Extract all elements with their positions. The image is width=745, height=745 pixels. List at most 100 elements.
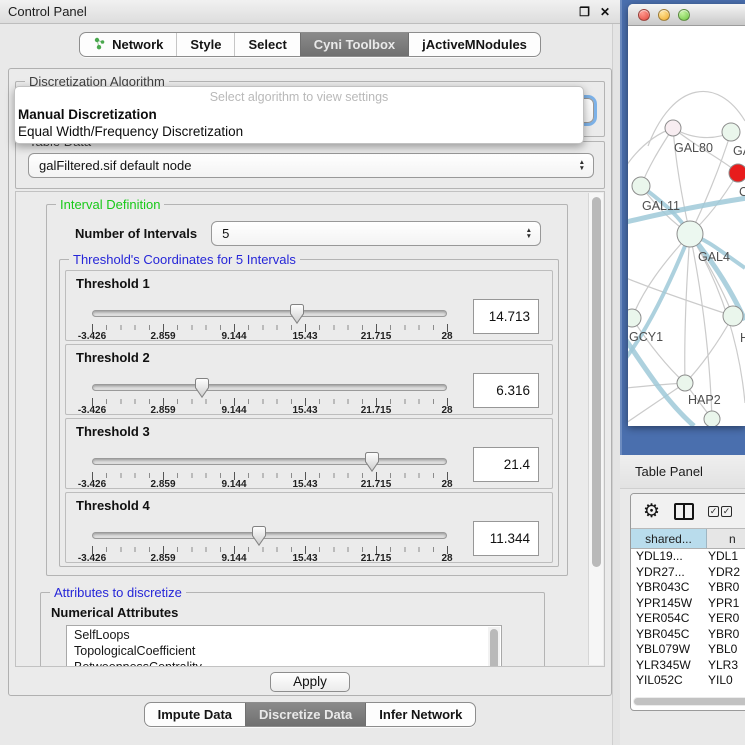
tab-label: Discretize Data xyxy=(259,707,352,722)
table-data-combobox[interactable]: galFiltered.sif default node ▲▼ xyxy=(28,153,594,178)
cell-shared-name: YBL079W xyxy=(631,642,701,658)
column-header-shared-name[interactable]: shared... xyxy=(631,529,707,548)
network-icon xyxy=(93,37,106,53)
slider-track[interactable] xyxy=(92,384,447,391)
tab-label: Impute Data xyxy=(158,707,232,722)
slider-tick-label: 15.43 xyxy=(292,331,317,342)
threshold-block-threshold-2: Threshold 2 -3.4262.8599.14415.4321.71528… xyxy=(65,344,553,415)
slider-track[interactable] xyxy=(92,310,447,317)
threshold-value-field[interactable]: 21.4 xyxy=(473,447,539,482)
threshold-value-field[interactable]: 11.344 xyxy=(473,521,539,556)
network-node-gal80[interactable] xyxy=(665,120,681,136)
table-horizontal-scrollbar[interactable] xyxy=(633,697,745,706)
column-header-name[interactable]: n xyxy=(707,529,745,548)
slider-tick-label: 9.144 xyxy=(221,405,246,416)
control-panel: Control Panel ❐ ✕ NetworkStyleSelectCyni… xyxy=(0,0,620,745)
network-node-gal11[interactable] xyxy=(632,177,650,195)
table-row[interactable]: YER054CYER0 xyxy=(631,611,745,627)
tab-style[interactable]: Style xyxy=(176,33,234,56)
attribute-list-item[interactable]: TopologicalCoefficient xyxy=(74,643,487,659)
network-canvas[interactable]: GAL80GACGAL11GAL4GCY1HHAP2 xyxy=(628,26,745,426)
cell-shared-name: YPR145W xyxy=(631,596,701,612)
node-table-card: ⚙ ✓✓ shared... n YDL19...YDL1YDR27...YDR… xyxy=(630,493,745,711)
algorithm-option-equal-width-frequency-discretization[interactable]: Equal Width/Frequency Discretization xyxy=(15,123,583,140)
threshold-slider[interactable]: -3.4262.8599.14415.4321.71528 xyxy=(92,451,447,489)
table-row[interactable]: YPR145WYPR1 xyxy=(631,596,745,612)
slider-track[interactable] xyxy=(92,532,447,539)
table-panel: Table Panel ⚙ ✓✓ shared... n YDL19...YDL… xyxy=(620,455,745,745)
tab-select[interactable]: Select xyxy=(234,33,299,56)
threshold-slider[interactable]: -3.4262.8599.14415.4321.71528 xyxy=(92,377,447,415)
tab-label: jActiveMNodules xyxy=(422,37,527,52)
tab-impute-data[interactable]: Impute Data xyxy=(145,703,245,726)
tab-label: Network xyxy=(112,37,163,52)
threshold-slider[interactable]: -3.4262.8599.14415.4321.71528 xyxy=(92,525,447,563)
tab-network[interactable]: Network xyxy=(80,33,176,56)
tab-discretize-data[interactable]: Discretize Data xyxy=(245,703,365,726)
slider-tick-label: 15.43 xyxy=(292,479,317,490)
spinner-icon: ▲▼ xyxy=(526,228,532,239)
network-desktop: GAL80GACGAL11GAL4GCY1HHAP2 xyxy=(620,0,745,455)
slider-thumb-handle[interactable] xyxy=(289,304,304,324)
application-root: Control Panel ❐ ✕ NetworkStyleSelectCyni… xyxy=(0,0,745,745)
table-row[interactable]: YBR045CYBR0 xyxy=(631,627,745,643)
slider-thumb-handle[interactable] xyxy=(365,452,380,472)
algorithm-option-manual-discretization[interactable]: Manual Discretization xyxy=(15,106,583,123)
network-node-c[interactable] xyxy=(729,164,745,182)
attribute-list-item[interactable]: BetweennessCentrality xyxy=(74,659,487,667)
list-scrollbar[interactable] xyxy=(488,627,500,667)
cell-shared-name: YDL19... xyxy=(631,549,701,565)
threshold-label: Threshold 4 xyxy=(76,498,150,513)
tab-cyni-toolbox[interactable]: Cyni Toolbox xyxy=(300,33,408,56)
network-node-gal4[interactable] xyxy=(677,221,703,247)
network-node-gcy1[interactable] xyxy=(628,309,641,327)
settings-gear-icon[interactable]: ⚙ xyxy=(643,502,660,521)
tab-infer-network[interactable]: Infer Network xyxy=(365,703,475,726)
cell-name: YPR1 xyxy=(701,596,745,612)
network-node-h[interactable] xyxy=(723,306,743,326)
threshold-label: Threshold 2 xyxy=(76,350,150,365)
threshold-slider[interactable]: -3.4262.8599.14415.4321.71528 xyxy=(92,303,447,341)
table-row[interactable]: YDR27...YDR2 xyxy=(631,565,745,581)
panel-splitter[interactable] xyxy=(612,24,620,745)
zoom-window-icon[interactable] xyxy=(678,9,690,21)
panel-scrollbar[interactable] xyxy=(588,193,603,665)
numerical-attributes-list[interactable]: SelfLoopsTopologicalCoefficientBetweenne… xyxy=(66,625,502,667)
slider-thumb-handle[interactable] xyxy=(251,526,266,546)
slider-tick-label: 2.859 xyxy=(150,479,175,490)
network-node-ga[interactable] xyxy=(722,123,740,141)
slider-thumb-handle[interactable] xyxy=(195,378,210,398)
close-window-icon[interactable] xyxy=(638,9,650,21)
threshold-value-field[interactable]: 6.316 xyxy=(473,373,539,408)
attribute-list-item[interactable]: SelfLoops xyxy=(74,627,487,643)
table-row[interactable]: YIL052CYIL0 xyxy=(631,673,745,689)
close-panel-icon[interactable]: ✕ xyxy=(600,6,610,18)
split-view-icon[interactable] xyxy=(674,503,694,520)
float-panel-icon[interactable]: ❐ xyxy=(579,6,590,18)
cell-name: YDL1 xyxy=(701,549,745,565)
table-row[interactable]: YLR345WYLR3 xyxy=(631,658,745,674)
table-row[interactable]: YBR043CYBR0 xyxy=(631,580,745,596)
network-node-hap2[interactable] xyxy=(677,375,693,391)
slider-track[interactable] xyxy=(92,458,447,465)
number-of-intervals-combobox[interactable]: 5 ▲▼ xyxy=(211,221,541,246)
tab-jactivemnodules[interactable]: jActiveMNodules xyxy=(408,33,540,56)
network-node[interactable] xyxy=(704,411,720,426)
slider-minor-ticks xyxy=(92,399,447,404)
cell-shared-name: YLR345W xyxy=(631,658,701,674)
cell-name: YBR0 xyxy=(701,627,745,643)
network-nodes xyxy=(628,120,745,426)
slider-tick-label: 21.715 xyxy=(361,479,392,490)
minimize-window-icon[interactable] xyxy=(658,9,670,21)
table-toolbar: ⚙ ✓✓ xyxy=(631,494,745,528)
algorithm-dropdown-popup: Select algorithm to view settings Manual… xyxy=(14,86,584,144)
table-row[interactable]: YBL079WYBL0 xyxy=(631,642,745,658)
network-view-window[interactable]: GAL80GACGAL11GAL4GCY1HHAP2 xyxy=(628,4,745,426)
apply-button[interactable]: Apply xyxy=(270,672,350,692)
node-label: C xyxy=(739,185,745,199)
select-columns-icon[interactable]: ✓✓ xyxy=(708,506,732,517)
slider-tick-label: -3.426 xyxy=(78,405,106,416)
table-row[interactable]: YDL19...YDL1 xyxy=(631,549,745,565)
threshold-value-field[interactable]: 14.713 xyxy=(473,299,539,334)
attributes-group: Attributes to discretize Numerical Attri… xyxy=(40,592,545,667)
